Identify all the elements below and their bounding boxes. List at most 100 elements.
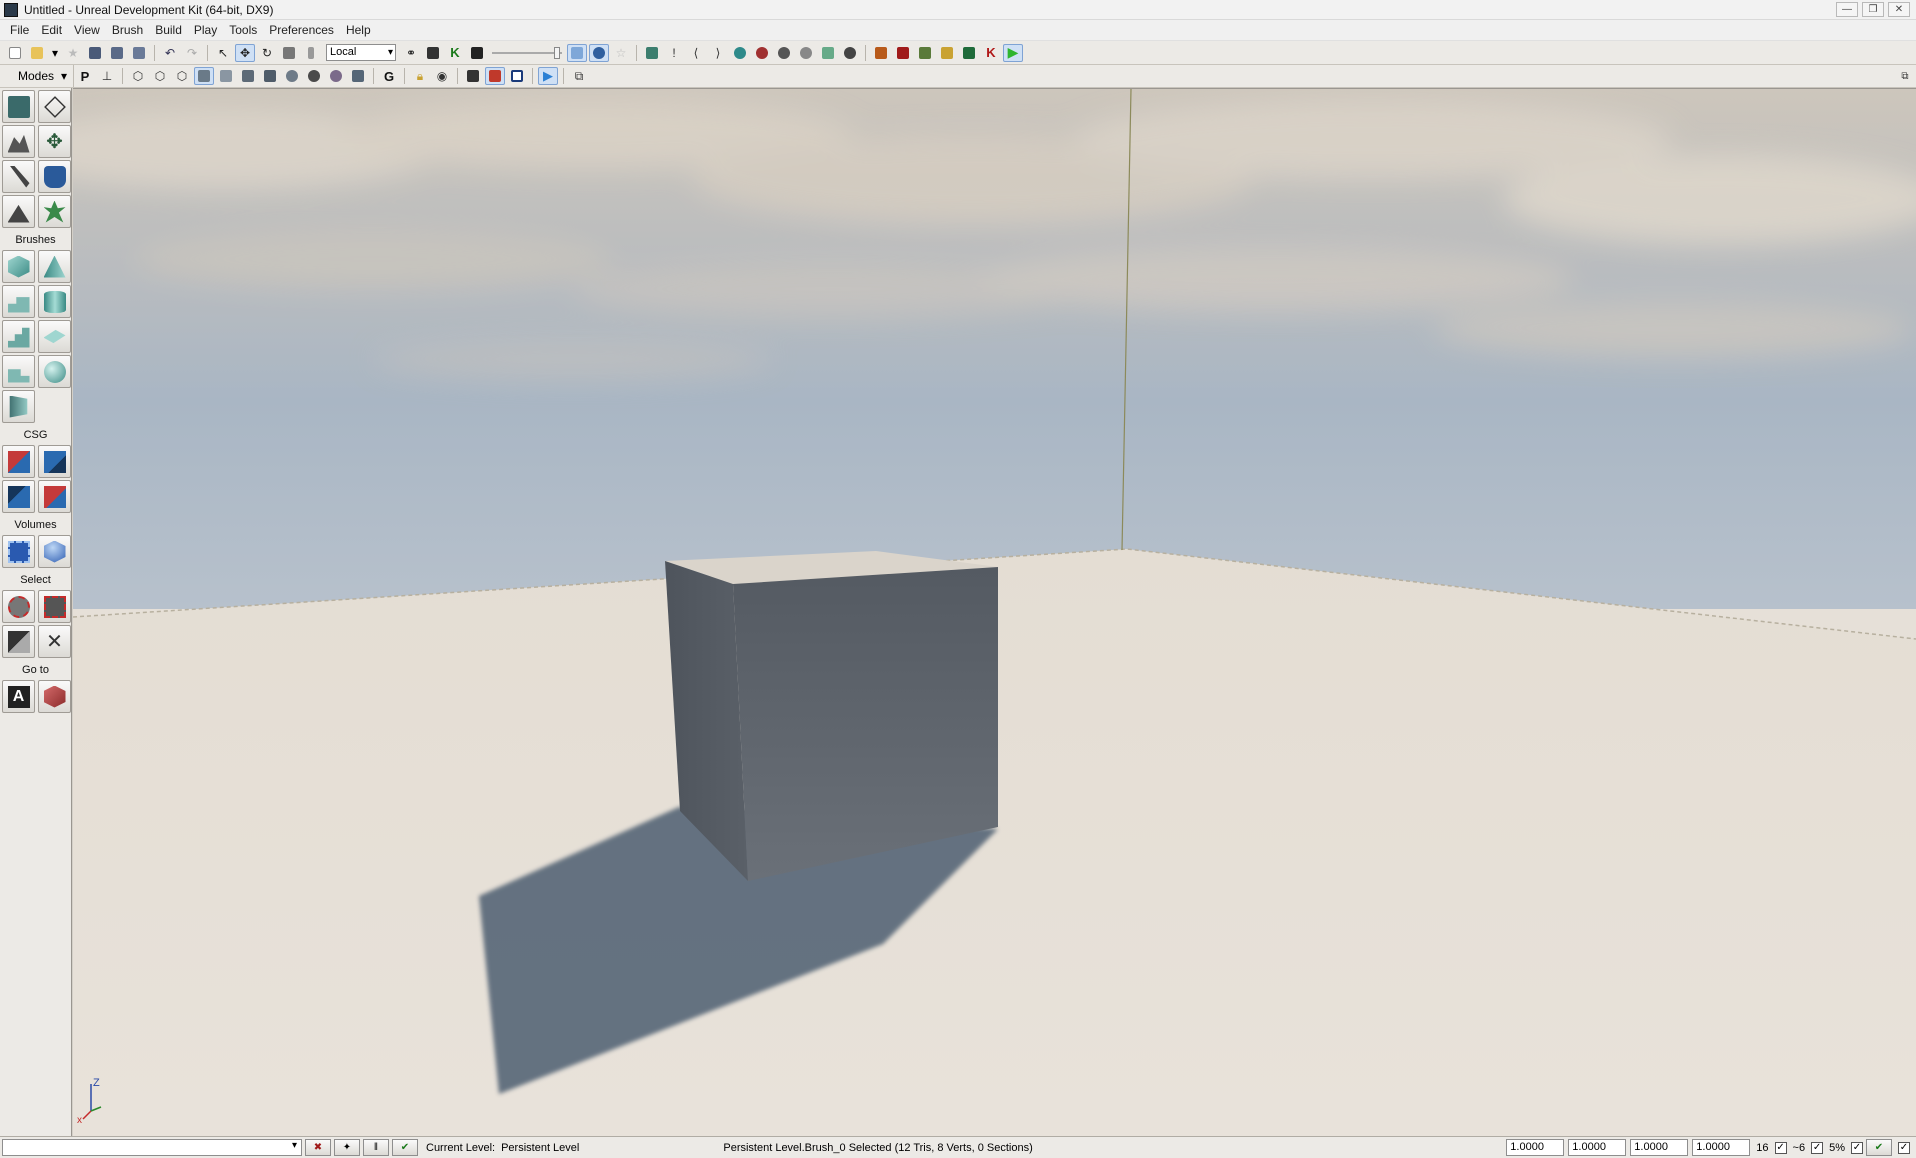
close-button[interactable]: ✕ — [1888, 2, 1910, 17]
cone-brush-icon[interactable] — [38, 250, 71, 283]
lock-icon[interactable]: 🔒︎ — [410, 67, 430, 85]
realtime-checkbox[interactable]: ✓ — [1898, 1141, 1910, 1154]
kismet-debug-icon[interactable]: K — [981, 44, 1001, 62]
csg-add-icon[interactable] — [2, 445, 35, 478]
volumetric-brush-icon[interactable] — [2, 390, 35, 423]
csg-deintersect-icon[interactable] — [38, 480, 71, 513]
select-mode-icon[interactable]: ↖ — [213, 44, 233, 62]
show-flags-icon[interactable] — [463, 67, 483, 85]
linear-stair-brush-icon[interactable] — [2, 320, 35, 353]
play-in-editor-button[interactable]: ▶ — [1003, 43, 1023, 62]
drag-grid-z-field[interactable]: 1.0000 — [1630, 1139, 1689, 1156]
goto-builder-brush-icon[interactable] — [38, 680, 71, 713]
perspective-p-icon[interactable]: P — [75, 67, 95, 85]
reflections-icon[interactable] — [348, 67, 368, 85]
lighting-only-icon[interactable] — [216, 67, 236, 85]
kismet-icon[interactable]: K — [445, 44, 465, 62]
lightmap-density-icon[interactable] — [304, 67, 324, 85]
save-all-icon[interactable] — [107, 44, 127, 62]
undo-icon[interactable]: ↶ — [160, 44, 180, 62]
eye-icon[interactable]: ◉ — [432, 67, 452, 85]
drag-grid-w-field[interactable]: 1.0000 — [1692, 1139, 1751, 1156]
scale-snap-checkbox[interactable]: ✓ — [1851, 1141, 1863, 1154]
hide-selected-icon[interactable] — [38, 590, 71, 623]
sheet-brush-icon[interactable] — [38, 320, 71, 353]
save-current-icon[interactable] — [129, 44, 149, 62]
lighting-quality-icon[interactable] — [774, 44, 794, 62]
maximize-viewport-icon[interactable]: ⧉ — [1895, 67, 1915, 85]
scale-nonuniform-icon[interactable] — [301, 44, 321, 62]
curved-stair-brush-icon[interactable] — [2, 285, 35, 318]
open-icon[interactable] — [27, 44, 47, 62]
menu-play[interactable]: Play — [188, 23, 223, 37]
lit-icon[interactable] — [194, 67, 214, 85]
menu-edit[interactable]: Edit — [35, 23, 68, 37]
autosave-icon[interactable]: ✔ — [1866, 1139, 1892, 1156]
grid-snap-checkbox[interactable]: ✓ — [1774, 1141, 1787, 1154]
save-icon[interactable] — [85, 44, 105, 62]
command-input[interactable] — [2, 1139, 302, 1156]
foliage-mode-icon[interactable] — [38, 195, 71, 228]
favorite-star-icon[interactable]: ★ — [63, 44, 83, 62]
favorite-icon[interactable]: ☆ — [611, 44, 631, 62]
build-geometry-icon[interactable] — [642, 44, 662, 62]
cook-icon[interactable] — [937, 44, 957, 62]
terrain-mode-icon[interactable] — [2, 125, 35, 158]
menu-tools[interactable]: Tools — [223, 23, 263, 37]
redo-icon[interactable]: ↷ — [182, 44, 202, 62]
spiral-stair-brush-icon[interactable] — [2, 355, 35, 388]
menu-help[interactable]: Help — [340, 23, 377, 37]
lightbulb-icon[interactable]: ✦ — [334, 1139, 360, 1156]
texture-density-icon[interactable] — [260, 67, 280, 85]
camera-speed-slider[interactable] — [492, 46, 562, 60]
play-in-viewport-button[interactable]: ▶ — [538, 67, 558, 85]
translate-mode-icon[interactable]: ✥ — [235, 43, 255, 62]
csg-subtract-icon[interactable] — [38, 445, 71, 478]
show-all-icon[interactable]: ✕ — [38, 625, 71, 658]
play-on-pc-icon[interactable] — [893, 44, 913, 62]
game-view-icon[interactable] — [589, 43, 609, 62]
perspective-viewport[interactable]: Z x — [73, 88, 1916, 1136]
build-paths-icon[interactable]: ⟨ — [686, 44, 706, 62]
minimize-button[interactable]: — — [1836, 2, 1858, 17]
texture-align-mode-icon[interactable] — [2, 160, 35, 193]
menu-build[interactable]: Build — [149, 23, 188, 37]
frame-icon[interactable] — [507, 67, 527, 85]
monitor-icon[interactable] — [959, 44, 979, 62]
binoculars-icon[interactable]: ⚭ — [401, 44, 421, 62]
grid-size-value[interactable]: 16 — [1756, 1142, 1768, 1154]
rotation-snap-checkbox[interactable]: ✓ — [1811, 1141, 1824, 1154]
mesh-paint-mode-icon[interactable] — [38, 160, 71, 193]
scale-mode-icon[interactable] — [279, 44, 299, 62]
scale-snap-value[interactable]: 5% — [1829, 1142, 1845, 1154]
log-icon[interactable]: ✖ — [305, 1139, 331, 1156]
viewport-type-icon[interactable]: ⊥ — [97, 67, 117, 85]
coordinate-system-select[interactable]: Local — [326, 44, 396, 61]
console-target-icon[interactable] — [915, 44, 935, 62]
check-icon[interactable]: ✔ — [392, 1139, 418, 1156]
camera-mode-icon[interactable] — [2, 90, 35, 123]
build-lighting-icon[interactable]: ǃ — [664, 44, 684, 62]
drag-grid-x-field[interactable]: 1.0000 — [1506, 1139, 1565, 1156]
modes-dropdown-icon[interactable]: ▾ — [61, 69, 67, 83]
shader-complexity-icon[interactable] — [282, 67, 302, 85]
play-in-editor-settings-icon[interactable] — [871, 44, 891, 62]
volume-shape-icon[interactable] — [38, 535, 71, 568]
goto-actor-icon[interactable]: A — [2, 680, 35, 713]
new-icon[interactable] — [5, 44, 25, 62]
sphere-brush-icon[interactable] — [38, 355, 71, 388]
rotate-mode-icon[interactable]: ↻ — [257, 44, 277, 62]
swatch-icon[interactable] — [840, 44, 860, 62]
menu-brush[interactable]: Brush — [106, 23, 149, 37]
menu-preferences[interactable]: Preferences — [263, 23, 340, 37]
unlit-icon[interactable]: ⬡ — [172, 67, 192, 85]
light-complexity-icon[interactable] — [238, 67, 258, 85]
matinee-preview-icon[interactable] — [485, 67, 505, 85]
current-level-value[interactable]: Persistent Level — [501, 1142, 579, 1154]
matinee-icon[interactable] — [467, 44, 487, 62]
realtime-toggle-icon[interactable] — [567, 43, 587, 62]
rotation-snap-value[interactable]: ~6 — [1793, 1142, 1806, 1154]
restore-button[interactable]: ❐ — [1862, 2, 1884, 17]
lightmass-icon[interactable] — [796, 44, 816, 62]
landscape-mode-icon[interactable] — [2, 195, 35, 228]
